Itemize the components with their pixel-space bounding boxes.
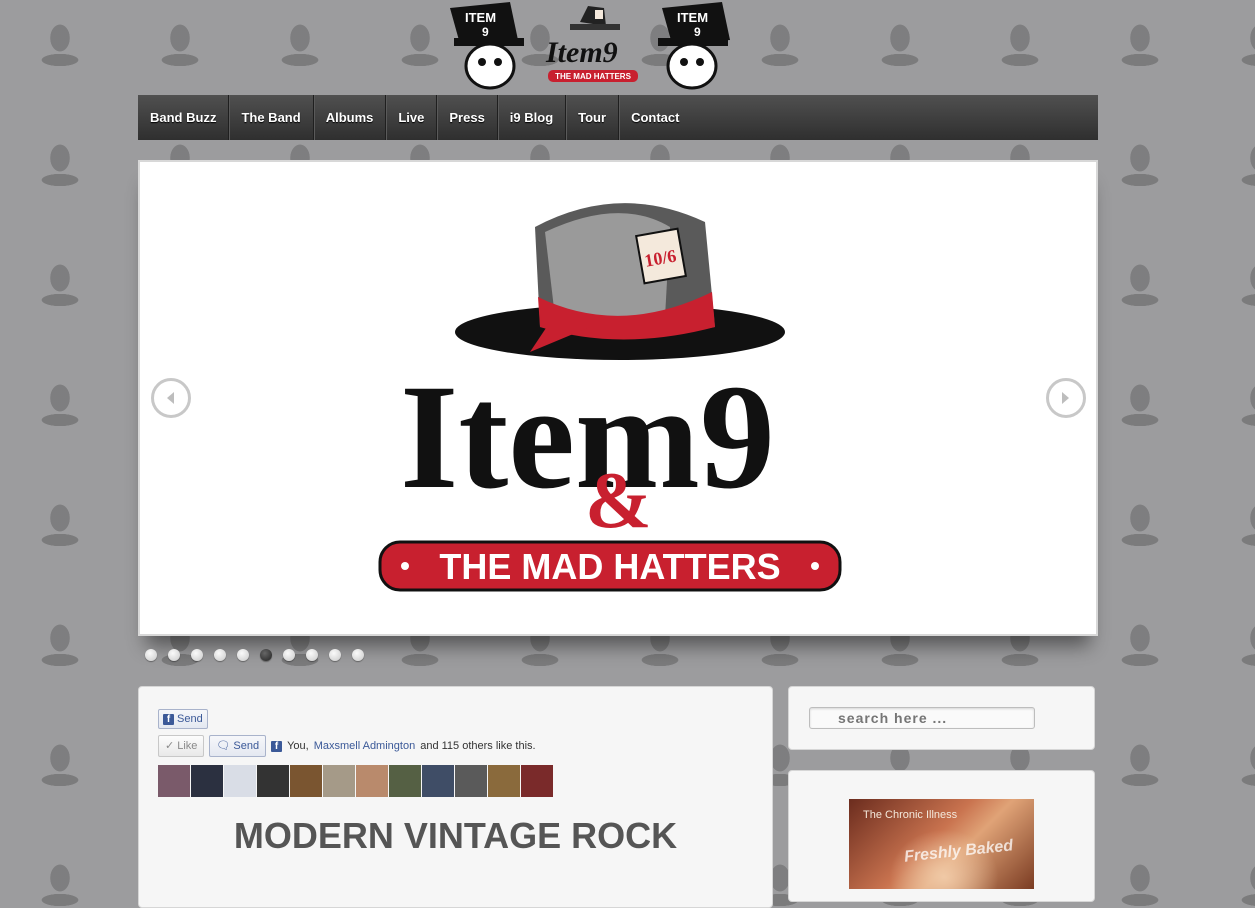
like-label: Like [177,740,198,752]
facebook-send-label: Send [177,713,203,725]
mad-hat-icon: 10/6 [455,203,785,360]
facebook-small-icon: f [271,740,283,752]
slider-dot-10[interactable] [352,649,364,661]
svg-text:9: 9 [694,25,701,39]
header-logo[interactable]: ITEM 9 Item9 THE MAD HATTERS ITEM 9 [440,0,740,92]
social-prefix: You, [287,740,309,752]
search-input[interactable] [809,707,1035,729]
svg-text:ITEM: ITEM [465,10,496,25]
image-slider: 10/6 Item9 & THE MAD HATTERS [138,160,1098,636]
nav-item-press[interactable]: Press [437,95,498,140]
slider-next-button[interactable] [1046,378,1086,418]
facebook-faces [158,765,553,797]
svg-text:ITEM: ITEM [677,10,708,25]
avatar[interactable] [521,765,553,797]
slider-dot-4[interactable] [214,649,226,661]
slider-dot-2[interactable] [168,649,180,661]
slider-dot-6[interactable] [260,649,272,661]
left-hat-mascot-icon: ITEM 9 [450,2,524,90]
svg-text:THE MAD HATTERS: THE MAD HATTERS [555,72,632,81]
svg-text:Item9: Item9 [545,36,618,69]
nav-item-albums[interactable]: Albums [314,95,387,140]
avatar[interactable] [389,765,421,797]
nav-item-tour[interactable]: Tour [566,95,620,140]
slider-pagination [145,649,364,661]
check-icon: ✓ [165,740,175,752]
right-hat-mascot-icon: ITEM 9 [658,2,730,90]
arrow-right-icon [1062,392,1069,404]
nav-item-the-band[interactable]: The Band [229,95,314,140]
slider-dot-5[interactable] [237,649,249,661]
nav-item-band-buzz[interactable]: Band Buzz [138,95,230,140]
social-friend-link[interactable]: Maxsmell Admington [314,740,416,752]
avatar[interactable] [224,765,256,797]
facebook-like-button[interactable]: ✓ Like [158,735,205,757]
slider-dot-3[interactable] [191,649,203,661]
slider-dot-9[interactable] [329,649,341,661]
send-label-2: Send [233,740,260,752]
album-ad-panel: The Chronic Illness Freshly Baked [788,770,1095,902]
avatar[interactable] [158,765,190,797]
center-logo-icon: Item9 THE MAD HATTERS [545,6,638,82]
search-panel [788,686,1095,750]
slider-prev-button[interactable] [151,378,191,418]
avatar[interactable] [422,765,454,797]
avatar[interactable] [257,765,289,797]
main-nav: Band Buzz The Band Albums Live Press i9 … [138,95,1098,140]
avatar[interactable] [488,765,520,797]
avatar[interactable] [356,765,388,797]
facebook-send-button-2[interactable]: 🗨 Send [209,735,267,757]
slider-dot-7[interactable] [283,649,295,661]
slider-dot-1[interactable] [145,649,157,661]
avatar[interactable] [323,765,355,797]
arrow-left-icon [167,392,174,404]
page-tagline: MODERN VINTAGE ROCK [233,815,678,856]
nav-item-live[interactable]: Live [386,95,438,140]
nav-item-i9-blog[interactable]: i9 Blog [498,95,567,140]
speech-bubble-icon: 🗨 [216,740,231,752]
avatar[interactable] [290,765,322,797]
nav-item-contact[interactable]: Contact [619,95,691,140]
main-content-panel: f Send ✓ Like 🗨 Send f You, Maxsmell Adm… [138,686,773,908]
facebook-like-row: ✓ Like 🗨 Send f You, Maxsmell Admington … [158,735,536,757]
svg-text:THE MAD HATTERS: THE MAD HATTERS [439,546,780,587]
facebook-send-button[interactable]: f Send [158,709,208,729]
avatar[interactable] [191,765,223,797]
avatar[interactable] [455,765,487,797]
facebook-icon: f [163,713,174,725]
album-label: The Chronic Illness [863,809,958,821]
slider-dot-8[interactable] [306,649,318,661]
svg-text:9: 9 [482,25,489,39]
album-cover[interactable]: The Chronic Illness Freshly Baked [849,799,1034,889]
slide-band-logo: 10/6 Item9 & THE MAD HATTERS [378,203,842,592]
svg-text:&: & [585,457,652,545]
social-suffix: and 115 others like this. [420,740,536,752]
